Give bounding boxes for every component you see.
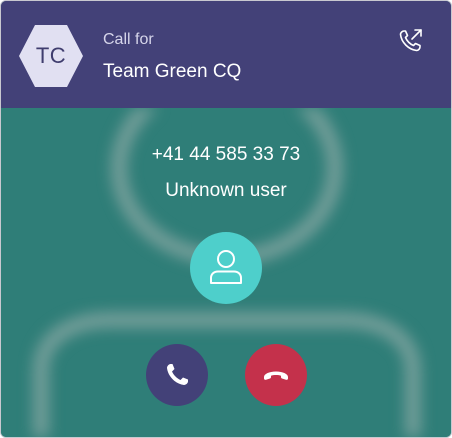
team-avatar: TC bbox=[19, 21, 83, 91]
caller-avatar bbox=[190, 232, 262, 304]
accept-call-button[interactable] bbox=[146, 344, 208, 406]
incoming-call-window: TC Call for Team Green CQ +41 44 585 33 … bbox=[0, 0, 452, 438]
transfer-call-button[interactable] bbox=[395, 25, 427, 57]
caller-phone-number: +41 44 585 33 73 bbox=[151, 144, 301, 165]
caller-name: Unknown user bbox=[165, 180, 287, 201]
call-queue-name: Team Green CQ bbox=[103, 61, 242, 82]
phone-forward-icon bbox=[399, 29, 422, 52]
phone-icon bbox=[167, 364, 188, 385]
hang-up-icon bbox=[264, 371, 288, 380]
call-body: +41 44 585 33 73 Unknown user bbox=[1, 108, 451, 437]
person-icon bbox=[210, 250, 242, 284]
call-for-label: Call for bbox=[103, 31, 154, 48]
decline-call-button[interactable] bbox=[245, 344, 307, 406]
call-header: TC Call for Team Green CQ bbox=[1, 1, 451, 108]
team-avatar-initials: TC bbox=[35, 43, 67, 68]
